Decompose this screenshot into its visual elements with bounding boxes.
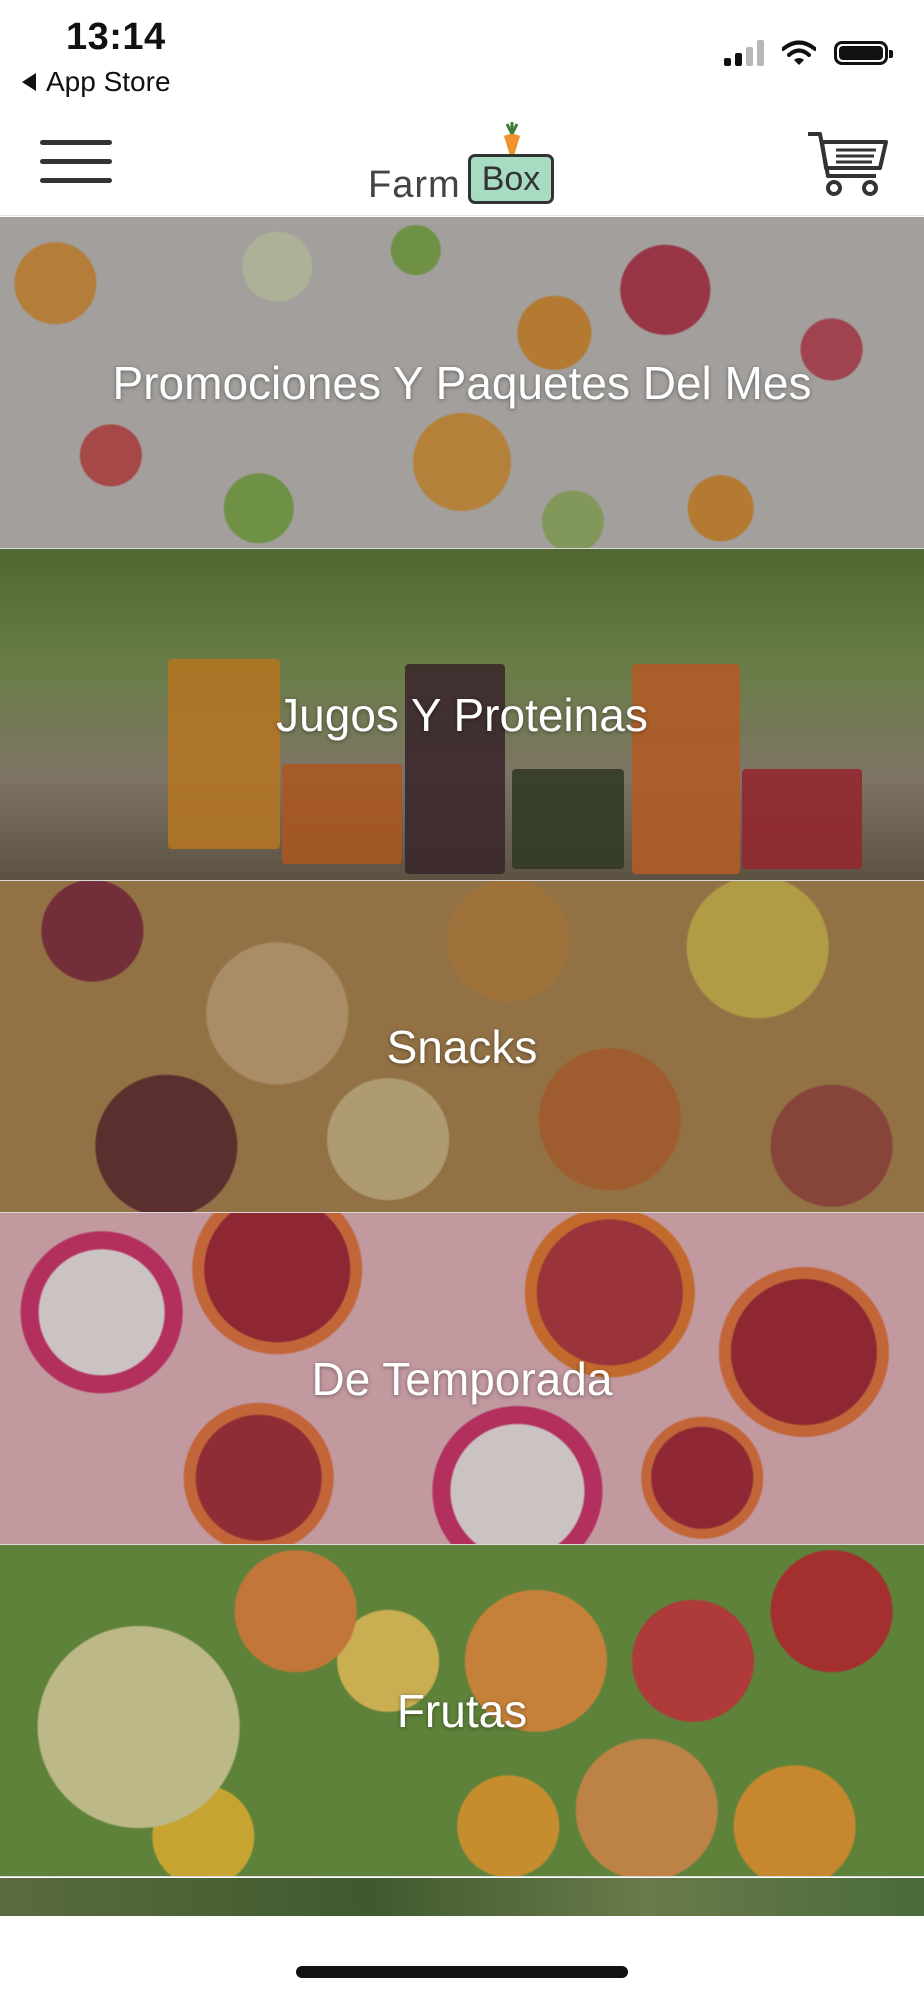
home-indicator[interactable] xyxy=(296,1966,628,1978)
logo-text-box: Box xyxy=(468,154,554,204)
wifi-icon xyxy=(782,40,816,65)
category-label: Promociones Y Paquetes Del Mes xyxy=(112,356,812,409)
back-to-app-store-link[interactable]: App Store xyxy=(22,66,171,98)
carrot-icon xyxy=(504,122,520,157)
category-label: De Temporada xyxy=(311,1352,613,1405)
next-category-peek[interactable] xyxy=(0,1878,924,1916)
farmbox-logo: Farm Box xyxy=(364,118,564,212)
category-card-frutas[interactable]: Frutas xyxy=(0,1545,924,1877)
category-card-promociones[interactable]: Promociones Y Paquetes Del Mes xyxy=(0,217,924,549)
back-app-label: App Store xyxy=(46,66,171,97)
category-label: Snacks xyxy=(386,1020,538,1073)
category-card-jugos[interactable]: Jugos Y Proteinas xyxy=(0,549,924,881)
status-bar: 13:14 App Store xyxy=(0,0,924,108)
category-label: Jugos Y Proteinas xyxy=(276,688,648,741)
category-list: Promociones Y Paquetes Del Mes Jugos Y P… xyxy=(0,217,924,1877)
category-card-snacks[interactable]: Snacks xyxy=(0,881,924,1213)
menu-icon[interactable] xyxy=(36,134,116,190)
category-label: Frutas xyxy=(396,1684,528,1737)
logo-text-farm: Farm xyxy=(368,164,461,206)
status-icons xyxy=(724,40,893,66)
cart-icon[interactable] xyxy=(806,126,888,200)
status-time: 13:14 xyxy=(66,16,166,58)
category-card-temporada[interactable]: De Temporada xyxy=(0,1213,924,1545)
battery-icon xyxy=(834,41,893,65)
back-arrow-icon xyxy=(22,73,36,91)
signal-icon xyxy=(724,40,764,66)
app-header: Farm Box xyxy=(0,108,924,216)
